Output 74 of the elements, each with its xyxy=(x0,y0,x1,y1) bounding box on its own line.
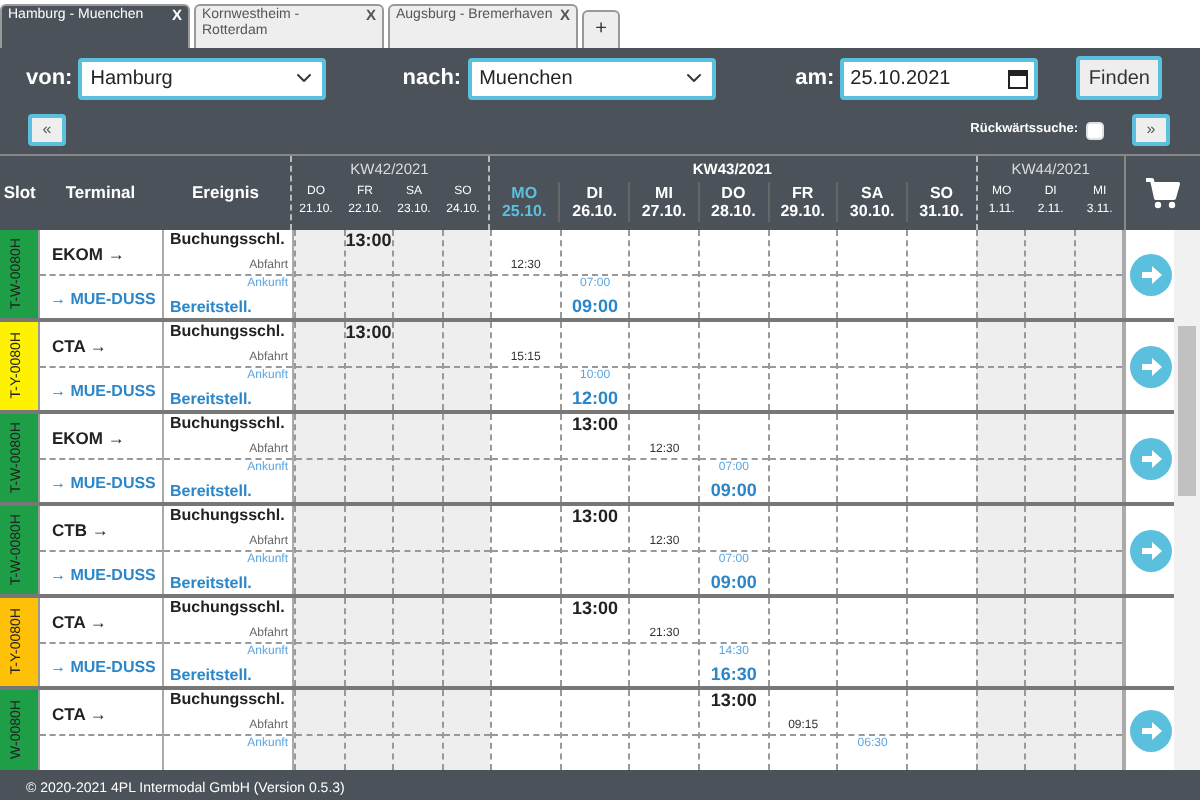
day-date: 27.10. xyxy=(639,204,689,222)
day-date: 31.10. xyxy=(917,204,966,222)
backward-search-checkbox[interactable] xyxy=(1086,121,1104,139)
terminal-name: → MUE-DUSS xyxy=(48,380,158,404)
booking-deadline-label: Buchungsschl. xyxy=(170,600,285,618)
booking-deadline-label: Buchungsschl. xyxy=(170,508,285,526)
date-field[interactable]: 25.10.2021 xyxy=(840,57,1039,99)
booking-deadline-time: 13:00 xyxy=(345,324,392,344)
arrow-icon xyxy=(1137,717,1164,743)
day-date: 25.10. xyxy=(499,204,549,222)
day-name: DO xyxy=(719,186,748,203)
terminal-name: → MUE-DUSS xyxy=(48,564,158,588)
from-select[interactable]: Hamburg xyxy=(78,57,327,99)
from-label: von: xyxy=(26,63,73,94)
booking-deadline-label: Buchungsschl. xyxy=(170,692,285,710)
go-button[interactable] xyxy=(1129,345,1172,387)
go-button[interactable] xyxy=(1129,709,1172,751)
previous-button[interactable]: « xyxy=(28,114,66,146)
day-date: 28.10. xyxy=(709,204,758,222)
terminal-name: EKOM → xyxy=(50,426,127,452)
booking-deadline-time: 13:00 xyxy=(572,416,619,436)
go-button[interactable] xyxy=(1129,437,1172,479)
date-label: am: xyxy=(795,63,835,94)
ready-label: Bereitstell. xyxy=(170,668,252,686)
booking-deadline-label: Buchungsschl. xyxy=(170,324,285,342)
day-date: 30.10. xyxy=(847,204,897,222)
column-header: Ereignis xyxy=(189,180,262,207)
ready-time: 09:00 xyxy=(572,298,619,318)
terminal-name: EKOM → xyxy=(50,242,127,268)
scrollbar[interactable] xyxy=(1174,230,1200,770)
day-name: FR xyxy=(790,186,816,203)
ready-time: 12:00 xyxy=(572,390,619,410)
day-date: 29.10. xyxy=(778,204,827,222)
terminal-name: → MUE-DUSS xyxy=(48,472,158,496)
add-tab-button[interactable]: + xyxy=(582,10,620,48)
terminal-name: CTA → xyxy=(50,702,109,728)
booking-deadline-time: 13:00 xyxy=(345,232,392,252)
ready-label: Bereitstell. xyxy=(170,576,252,594)
terminal-name: CTA → xyxy=(50,334,109,360)
ready-label: Bereitstell. xyxy=(170,300,252,318)
arrow-icon xyxy=(1137,537,1164,563)
ready-time: 09:00 xyxy=(710,574,757,594)
ready-time: 16:30 xyxy=(710,666,757,686)
day-name: DI xyxy=(584,186,605,203)
booking-deadline-label: Buchungsschl. xyxy=(170,416,285,434)
ready-time: 09:00 xyxy=(710,482,757,502)
column-header: Terminal xyxy=(63,180,138,207)
terminal-name: → MUE-DUSS xyxy=(48,656,158,680)
day-name: MO xyxy=(509,186,540,203)
calendar-icon xyxy=(1008,67,1029,89)
booking-deadline-time: 13:00 xyxy=(572,600,619,620)
day-name: SA xyxy=(858,186,886,203)
terminal-name: → MUE-DUSS xyxy=(48,288,158,312)
arrow-icon xyxy=(1137,445,1164,471)
terminal-name: CTA → xyxy=(50,610,109,636)
ready-label: Bereitstell. xyxy=(170,392,252,410)
arrow-icon xyxy=(1137,353,1164,379)
terminal-name: CTB → xyxy=(50,518,111,544)
day-date: 26.10. xyxy=(570,204,619,222)
booking-deadline-time: 13:00 xyxy=(572,508,619,528)
booking-deadline-time: 13:00 xyxy=(710,692,757,712)
find-button[interactable]: Finden xyxy=(1076,56,1162,100)
ready-label: Bereitstell. xyxy=(170,484,252,502)
day-name: MI xyxy=(653,186,675,203)
day-name: SO xyxy=(927,186,956,203)
booking-deadline-label: Buchungsschl. xyxy=(170,232,285,250)
arrow-icon xyxy=(1137,261,1164,287)
cart-icon xyxy=(1146,177,1181,209)
go-button[interactable] xyxy=(1129,253,1172,295)
go-button[interactable] xyxy=(1129,529,1172,571)
next-button[interactable]: » xyxy=(1132,114,1170,146)
to-label: nach: xyxy=(402,63,462,94)
to-select[interactable]: Muenchen xyxy=(467,57,716,99)
column-header: Slot xyxy=(1,180,38,207)
